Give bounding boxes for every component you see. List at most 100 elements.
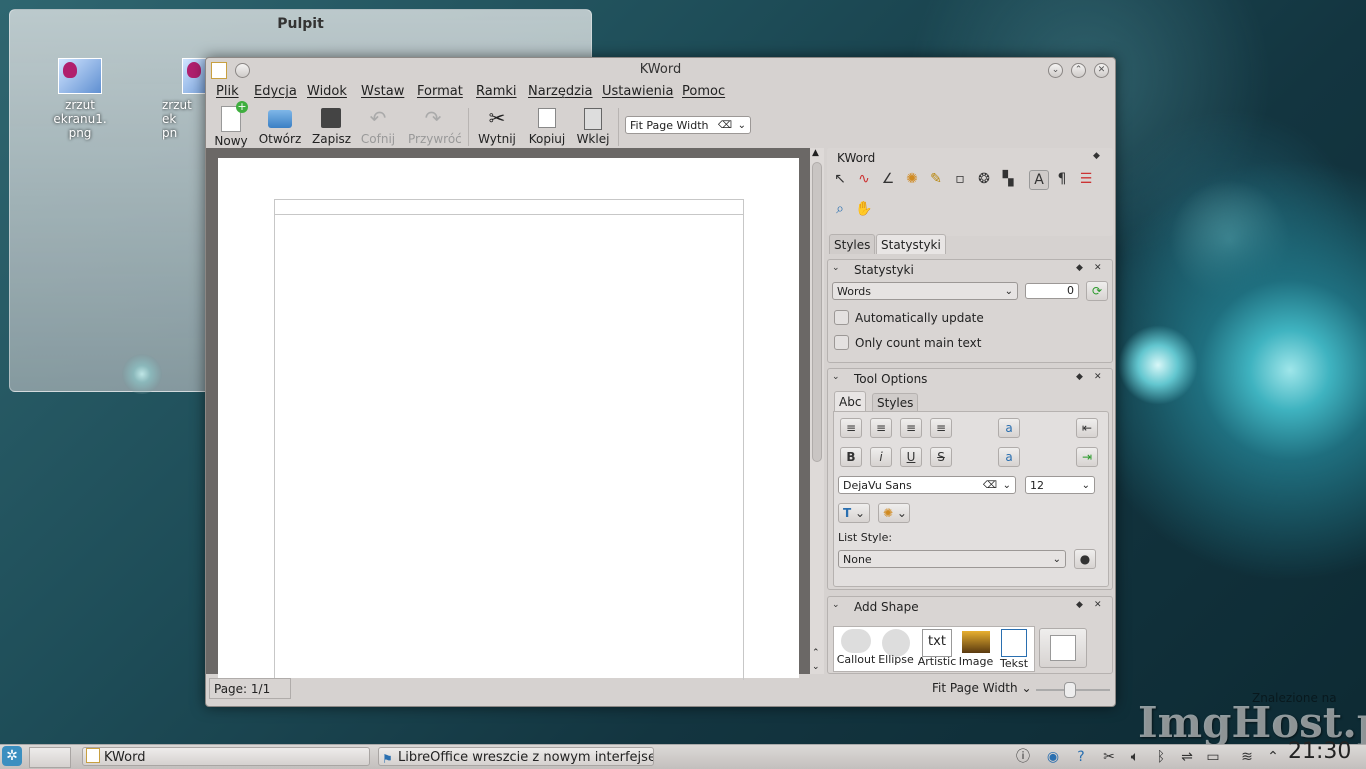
scrollbar-thumb[interactable] [812, 162, 822, 462]
menu-ustawienia[interactable]: Ustawienia [602, 84, 673, 99]
auto-update-checkbox[interactable] [834, 310, 849, 325]
docker-close-icon[interactable]: ✕ [1094, 263, 1102, 273]
indent-decrease-icon[interactable]: ⇤ [1076, 418, 1098, 438]
collapse-icon[interactable]: ⌄ [832, 372, 840, 382]
menu-plik[interactable]: Plik [216, 84, 239, 99]
menu-wstaw[interactable]: Wstaw [361, 84, 404, 99]
bluetooth-icon[interactable]: ᛒ [1152, 748, 1170, 766]
desktop-file-icon[interactable]: zrzut ekranu1. png [40, 58, 120, 140]
volume-icon[interactable]: 🔈︎ [1126, 748, 1144, 766]
help-icon[interactable]: ? [1072, 748, 1090, 766]
clipboard-icon[interactable]: ✂ [1100, 748, 1118, 766]
update-icon[interactable]: ◉ [1044, 748, 1062, 766]
cashew-icon[interactable] [122, 354, 162, 394]
text-tool-icon[interactable]: A [1029, 170, 1049, 190]
close-button[interactable]: ✕ [1094, 63, 1109, 78]
shape-collections-button[interactable] [1039, 628, 1087, 668]
gradient-tool-icon[interactable]: ✺ [903, 170, 921, 188]
indent-increase-icon[interactable]: ⇥ [1076, 447, 1098, 467]
align-center-icon[interactable]: ≡ [870, 418, 892, 438]
subscript-icon[interactable]: a [998, 447, 1020, 467]
maximize-button[interactable]: ⌃ [1071, 63, 1086, 78]
zoom-combo[interactable]: Fit Page Width ⌫ ⌄ [625, 116, 751, 134]
docker-float-icon[interactable]: ◆ [1076, 263, 1083, 273]
docker-close-icon[interactable]: ✕ [1094, 600, 1102, 610]
align-right-icon[interactable]: ≡ [900, 418, 922, 438]
document-page[interactable] [218, 158, 799, 680]
new-button[interactable]: + Nowy [214, 101, 248, 148]
pointer-tool-icon[interactable]: ↖ [831, 170, 849, 188]
task-browser[interactable]: ⚑ LibreOffice wreszcie z nowym interfejse… [378, 747, 654, 766]
shape-callout[interactable]: Callout [836, 629, 876, 666]
strikethrough-icon[interactable]: S [930, 447, 952, 467]
menu-narzedzia[interactable]: Narzędzia [528, 84, 593, 99]
scroll-up-icon[interactable]: ▲ [812, 148, 819, 158]
docker-float-icon[interactable]: ◆ [1076, 600, 1083, 610]
cut-button[interactable]: ✂ Wytnij [478, 106, 516, 146]
brush-tool-icon[interactable]: ✎ [927, 170, 945, 188]
save-button[interactable]: Zapisz [312, 106, 351, 146]
clock[interactable]: 21:30 [1288, 739, 1351, 764]
kword-app-icon[interactable] [211, 62, 227, 79]
clear-icon[interactable]: ⌫ [983, 477, 997, 495]
bold-icon[interactable]: B [840, 447, 862, 467]
pattern-tool-icon[interactable]: ❂ [975, 170, 993, 188]
shape-image[interactable]: Image [956, 629, 996, 668]
menu-widok[interactable]: Widok [307, 84, 347, 99]
window-menu-icon[interactable] [235, 63, 250, 78]
docker-close-icon[interactable]: ✕ [1094, 372, 1102, 382]
collapse-icon[interactable]: ⌄ [832, 600, 840, 610]
align-left-icon[interactable]: ≡ [840, 418, 862, 438]
zoom-tool-icon[interactable]: ⌕ [831, 200, 849, 218]
battery-icon[interactable]: ▭ [1204, 748, 1222, 766]
zoom-slider[interactable] [1036, 682, 1110, 698]
minimize-button[interactable]: ⌄ [1048, 63, 1063, 78]
open-button[interactable]: Otwórz [258, 106, 302, 146]
zoom-slider-handle[interactable] [1064, 682, 1076, 698]
collapse-icon[interactable]: ⌄ [832, 263, 840, 273]
pan-hand-icon[interactable]: ✋ [855, 200, 873, 218]
docker-float-icon[interactable]: ◆ [1076, 372, 1083, 382]
tray-expand-icon[interactable]: ⌃ [1264, 748, 1282, 766]
vertical-scrollbar[interactable]: ▲ ⌃ ⌄ [810, 148, 824, 674]
checker-tool-icon[interactable]: ▚ [999, 170, 1017, 188]
page-up-icon[interactable]: ⌃ [812, 648, 820, 658]
list-style-select[interactable]: None ⌄ [838, 550, 1066, 568]
shape-text[interactable]: Tekst [996, 629, 1032, 670]
kde-launcher-icon[interactable]: ✲ [2, 746, 22, 766]
background-color-button[interactable]: ✺ ⌄ [878, 503, 910, 523]
main-text-checkbox[interactable] [834, 335, 849, 350]
angle-tool-icon[interactable]: ∠ [879, 170, 897, 188]
refresh-icon[interactable]: ⟳ [1086, 281, 1108, 301]
bullet-icon[interactable]: ● [1074, 549, 1096, 569]
page-down-icon[interactable]: ⌄ [812, 662, 820, 672]
menu-format[interactable]: Format [417, 84, 463, 99]
shape-artistic-text[interactable]: txt Artistic [916, 629, 958, 670]
stats-type-select[interactable]: Words ⌄ [832, 282, 1018, 300]
tab-statystyki[interactable]: Statystyki [876, 234, 946, 254]
clear-icon[interactable]: ⌫ [718, 117, 732, 135]
paper-tool-icon[interactable]: ▫ [951, 170, 969, 188]
undo-button[interactable]: ↶ Cofnij [360, 106, 396, 146]
usb-icon[interactable]: ⇌ [1178, 748, 1196, 766]
title-bar[interactable]: KWord ⌄ ⌃ ✕ [206, 58, 1115, 82]
status-zoom-combo[interactable]: Fit Page Width ⌄ [932, 681, 1032, 695]
menu-pomoc[interactable]: Pomoc [682, 84, 725, 99]
pager[interactable] [29, 747, 71, 768]
italic-icon[interactable]: i [870, 447, 892, 467]
menu-edycja[interactable]: Edycja [254, 84, 297, 99]
font-size-combo[interactable]: 12 ⌄ [1025, 476, 1095, 494]
paste-button[interactable]: Wklej [576, 106, 610, 146]
superscript-icon[interactable]: a [998, 418, 1020, 438]
redo-button[interactable]: ↷ Przywróć [408, 106, 462, 146]
shape-ellipse[interactable]: Ellipse [876, 629, 916, 670]
desktop-file-icon[interactable]: zrzut ek pn [162, 58, 206, 140]
text-color-button[interactable]: T ⌄ [838, 503, 870, 523]
font-family-combo[interactable]: DejaVu Sans ⌫ ⌄ [838, 476, 1016, 494]
document-canvas[interactable] [206, 148, 810, 680]
align-justify-icon[interactable]: ≡ [930, 418, 952, 438]
copy-button[interactable]: Kopiuj [528, 106, 566, 146]
wifi-icon[interactable]: ≋ [1238, 748, 1256, 766]
pilcrow-icon[interactable]: ¶ [1053, 170, 1071, 188]
menu-ramki[interactable]: Ramki [476, 84, 517, 99]
